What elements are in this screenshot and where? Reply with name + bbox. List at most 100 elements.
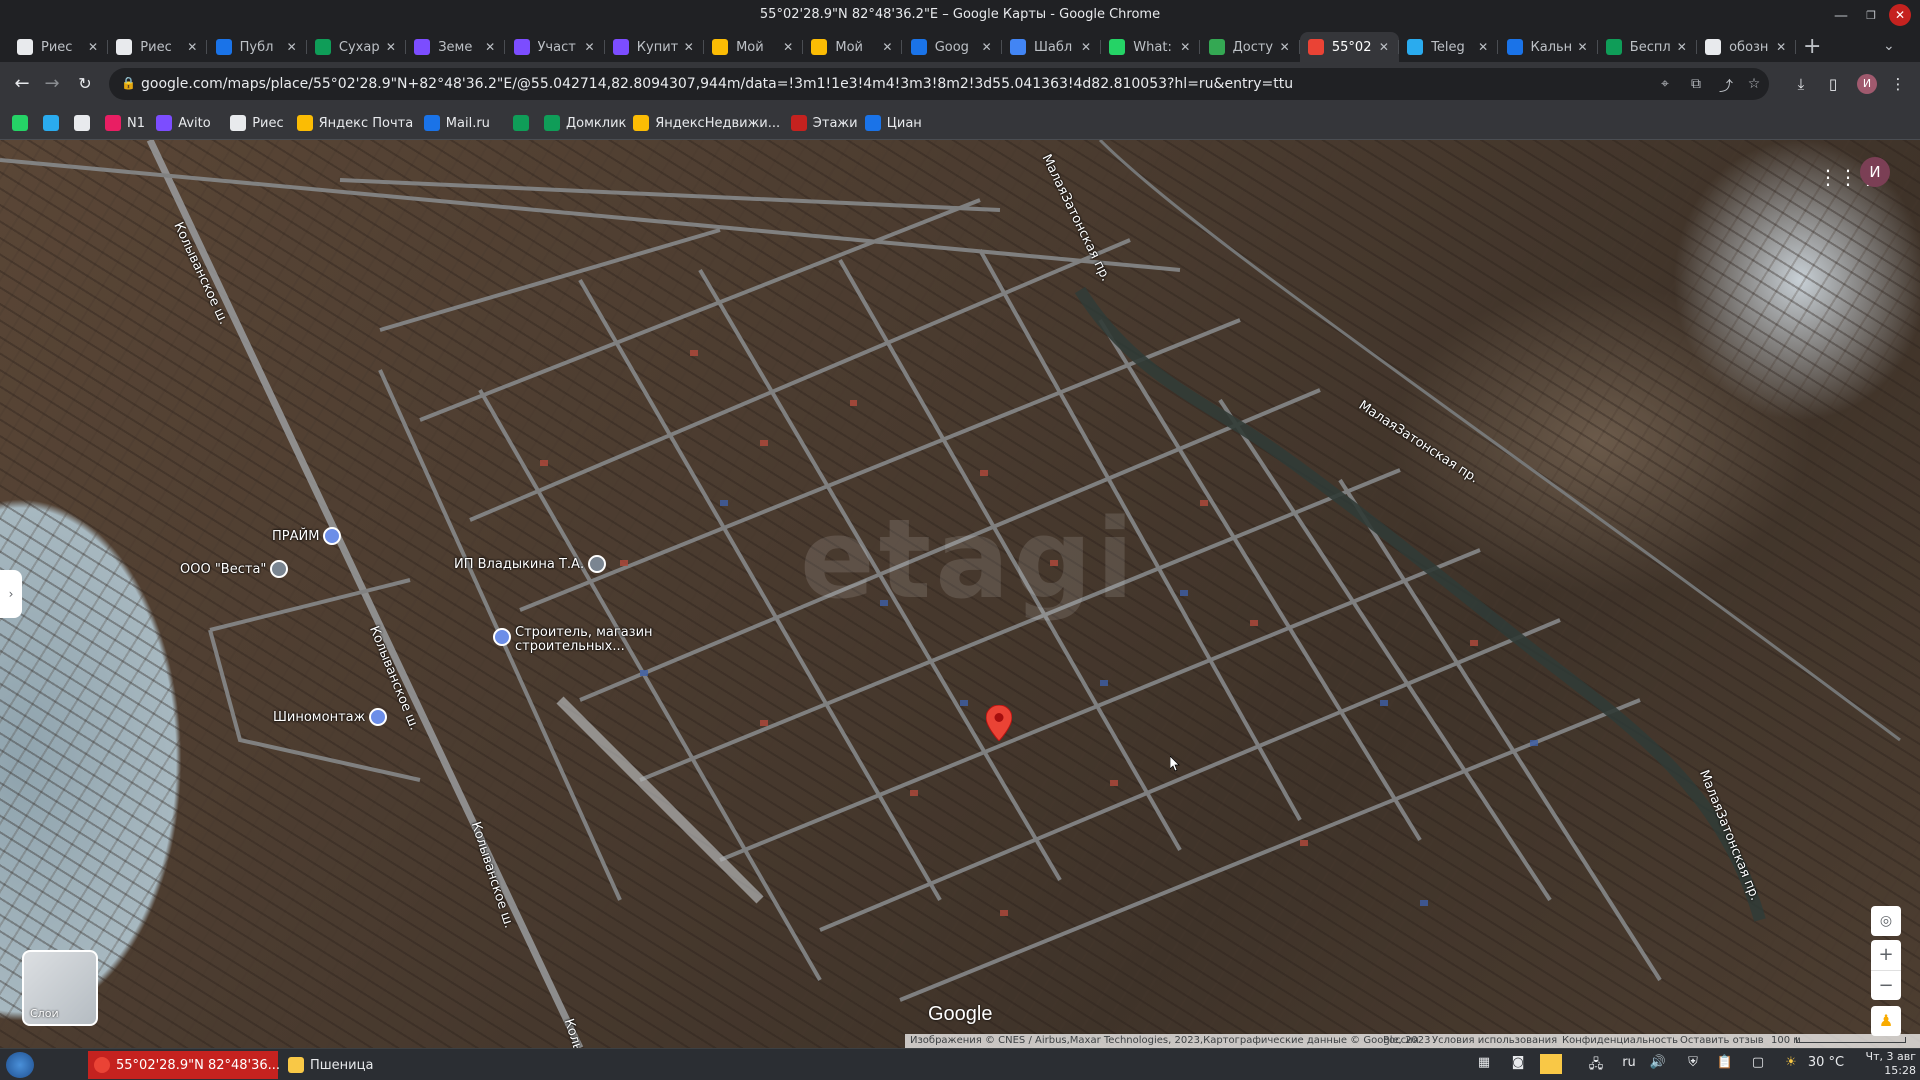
start-menu-button[interactable] bbox=[6, 1052, 34, 1078]
browser-tab[interactable]: Участ ✕ bbox=[506, 32, 605, 62]
clock[interactable]: Чт, 3 авг 15:28 bbox=[1860, 1050, 1916, 1078]
bookmark-item[interactable] bbox=[513, 114, 529, 132]
notes-icon[interactable] bbox=[1540, 1054, 1562, 1074]
location-pin-icon[interactable] bbox=[986, 705, 1012, 741]
tab-close-icon[interactable]: ✕ bbox=[285, 40, 299, 54]
side-panel-icon[interactable]: ▯ bbox=[1823, 75, 1843, 93]
place-marker-praym[interactable]: ПРАЙМ bbox=[272, 527, 342, 545]
tab-close-icon[interactable]: ✕ bbox=[86, 40, 100, 54]
tab-close-icon[interactable]: ✕ bbox=[583, 40, 597, 54]
tab-close-icon[interactable]: ✕ bbox=[1774, 40, 1788, 54]
browser-tab[interactable]: Риес ✕ bbox=[9, 32, 108, 62]
bookmark-item[interactable]: Avito bbox=[156, 114, 211, 132]
close-window-button[interactable]: ✕ bbox=[1889, 4, 1911, 26]
address-bar[interactable]: 🔒 google.com/maps/place/55°02'28.9"N+82°… bbox=[109, 68, 1769, 100]
place-marker-ip-vladykina[interactable]: ИП Владыкина Т.А. bbox=[454, 555, 607, 573]
browser-tab[interactable]: Риес ✕ bbox=[108, 32, 208, 62]
tab-close-icon[interactable]: ✕ bbox=[1278, 40, 1292, 54]
tab-close-icon[interactable]: ✕ bbox=[1675, 40, 1689, 54]
bookmark-item[interactable]: Mail.ru bbox=[423, 114, 490, 132]
my-location-button[interactable]: ◎ bbox=[1871, 906, 1901, 936]
domclick-icon bbox=[544, 115, 560, 131]
bookmark-star-icon[interactable]: ☆ bbox=[1745, 76, 1763, 92]
tab-close-icon[interactable]: ✕ bbox=[781, 40, 795, 54]
browser-tab[interactable]: Купит ✕ bbox=[605, 32, 704, 62]
tab-search-button[interactable]: ⌄ bbox=[1883, 38, 1895, 54]
tab-close-icon[interactable]: ✕ bbox=[980, 40, 994, 54]
tab-close-icon[interactable]: ✕ bbox=[1476, 40, 1490, 54]
browser-tab[interactable]: Teleg ✕ bbox=[1399, 32, 1499, 62]
browser-tab[interactable]: Шабл ✕ bbox=[1002, 32, 1101, 62]
feedback-link[interactable]: Оставить отзыв bbox=[1680, 1035, 1764, 1046]
expand-side-panel-button[interactable]: › bbox=[0, 570, 22, 618]
profile-avatar[interactable]: И bbox=[1857, 74, 1877, 94]
bookmark-item[interactable]: Яндекс Почта bbox=[296, 114, 413, 132]
tab-close-icon[interactable]: ✕ bbox=[1377, 40, 1391, 54]
tab-close-icon[interactable]: ✕ bbox=[185, 40, 199, 54]
browser-tab[interactable]: Досту ✕ bbox=[1201, 32, 1300, 62]
place-marker-tire-service[interactable]: Шиномонтаж bbox=[273, 708, 388, 726]
window-icon[interactable]: ▢ bbox=[1748, 1055, 1768, 1070]
browser-tab[interactable]: обозн ✕ bbox=[1697, 32, 1797, 62]
tab-close-icon[interactable]: ✕ bbox=[1079, 40, 1093, 54]
region-link[interactable]: Россия bbox=[1383, 1035, 1419, 1046]
calculator-icon[interactable]: ▦ bbox=[1474, 1055, 1494, 1070]
browser-tab[interactable]: What: ✕ bbox=[1101, 32, 1201, 62]
privacy-link[interactable]: Конфиденциальность bbox=[1562, 1035, 1678, 1046]
bookmark-item[interactable]: ЯндексНедвижи... bbox=[633, 114, 780, 132]
zoom-out-button[interactable]: − bbox=[1871, 970, 1901, 1000]
bookmark-item[interactable]: Циан bbox=[864, 114, 922, 132]
bookmark-item[interactable] bbox=[43, 114, 59, 132]
browser-tab[interactable]: Публ ✕ bbox=[208, 32, 307, 62]
volume-icon[interactable]: 🔊 bbox=[1648, 1055, 1668, 1070]
zoom-in-button[interactable]: + bbox=[1871, 940, 1901, 970]
reload-button[interactable]: ↻ bbox=[75, 74, 95, 94]
bookmark-item[interactable] bbox=[12, 114, 28, 132]
taskbar-item-chrome[interactable]: 55°02'28.9"N 82°48'36... bbox=[88, 1051, 280, 1079]
place-marker-stroitel[interactable]: Строитель, магазин строительных... bbox=[493, 626, 665, 654]
tab-close-icon[interactable]: ✕ bbox=[1178, 40, 1192, 54]
map-canvas[interactable]: etagi МалаяЗатонская пр. МалаяЗатонская … bbox=[0, 140, 1920, 1048]
bookmark-item[interactable]: Этажи bbox=[790, 114, 858, 132]
menu-icon[interactable]: ⋮ bbox=[1888, 75, 1908, 93]
minimize-button[interactable]: — bbox=[1829, 4, 1853, 28]
browser-tab[interactable]: Сухар ✕ bbox=[307, 32, 406, 62]
place-marker-vesta[interactable]: ООО "Веста" bbox=[180, 560, 289, 578]
forward-button[interactable]: → bbox=[42, 74, 62, 94]
new-tab-button[interactable]: + bbox=[1803, 36, 1821, 58]
bookmark-item[interactable]: Риес bbox=[230, 114, 284, 132]
browser-tab[interactable]: 55°02 ✕ bbox=[1299, 32, 1399, 62]
terms-link[interactable]: Условия использования bbox=[1432, 1035, 1557, 1046]
tab-close-icon[interactable]: ✕ bbox=[682, 40, 696, 54]
browser-tab[interactable]: Беспл ✕ bbox=[1598, 32, 1697, 62]
network-icon[interactable]: 🖧 bbox=[1583, 1055, 1609, 1077]
maximize-button[interactable]: ❐ bbox=[1859, 4, 1883, 28]
bookmark-item[interactable]: N1 bbox=[105, 114, 145, 132]
back-button[interactable]: ← bbox=[12, 74, 32, 94]
browser-tab[interactable]: Goog ✕ bbox=[903, 32, 1002, 62]
install-app-icon[interactable]: ⧉ bbox=[1687, 76, 1705, 92]
clipboard-icon[interactable]: 📋 bbox=[1715, 1055, 1735, 1070]
browser-tab[interactable]: Земе ✕ bbox=[406, 32, 506, 62]
layers-button[interactable]: Слои bbox=[22, 950, 98, 1026]
shield-icon[interactable]: ⛨ bbox=[1683, 1055, 1703, 1070]
tab-close-icon[interactable]: ✕ bbox=[384, 40, 398, 54]
keyboard-layout[interactable]: ru bbox=[1619, 1055, 1639, 1070]
browser-tab[interactable]: Мой ✕ bbox=[704, 32, 804, 62]
window-title: 55°02'28.9"N 82°48'36.2"E – Google Карты… bbox=[759, 7, 1161, 22]
camera-icon[interactable]: ◙ bbox=[1508, 1055, 1528, 1070]
share-icon[interactable]: ⤴ bbox=[1717, 76, 1735, 96]
bookmark-item[interactable] bbox=[74, 114, 90, 132]
tab-close-icon[interactable]: ✕ bbox=[1576, 40, 1590, 54]
download-icon[interactable]: ⤓ bbox=[1791, 75, 1811, 93]
bookmark-item[interactable]: Домклик bbox=[544, 114, 626, 132]
taskbar-item-folder[interactable]: Пшеница bbox=[282, 1051, 379, 1079]
tab-close-icon[interactable]: ✕ bbox=[483, 40, 497, 54]
tab-close-icon[interactable]: ✕ bbox=[880, 40, 894, 54]
tab-favicon-icon bbox=[1605, 39, 1622, 55]
location-icon[interactable]: ⌖ bbox=[1656, 76, 1674, 92]
pegman-icon[interactable]: ♟ bbox=[1871, 1006, 1901, 1036]
browser-tab[interactable]: Мой ✕ bbox=[803, 32, 903, 62]
browser-tab[interactable]: Кальн ✕ bbox=[1499, 32, 1598, 62]
account-avatar[interactable]: И bbox=[1860, 157, 1890, 187]
